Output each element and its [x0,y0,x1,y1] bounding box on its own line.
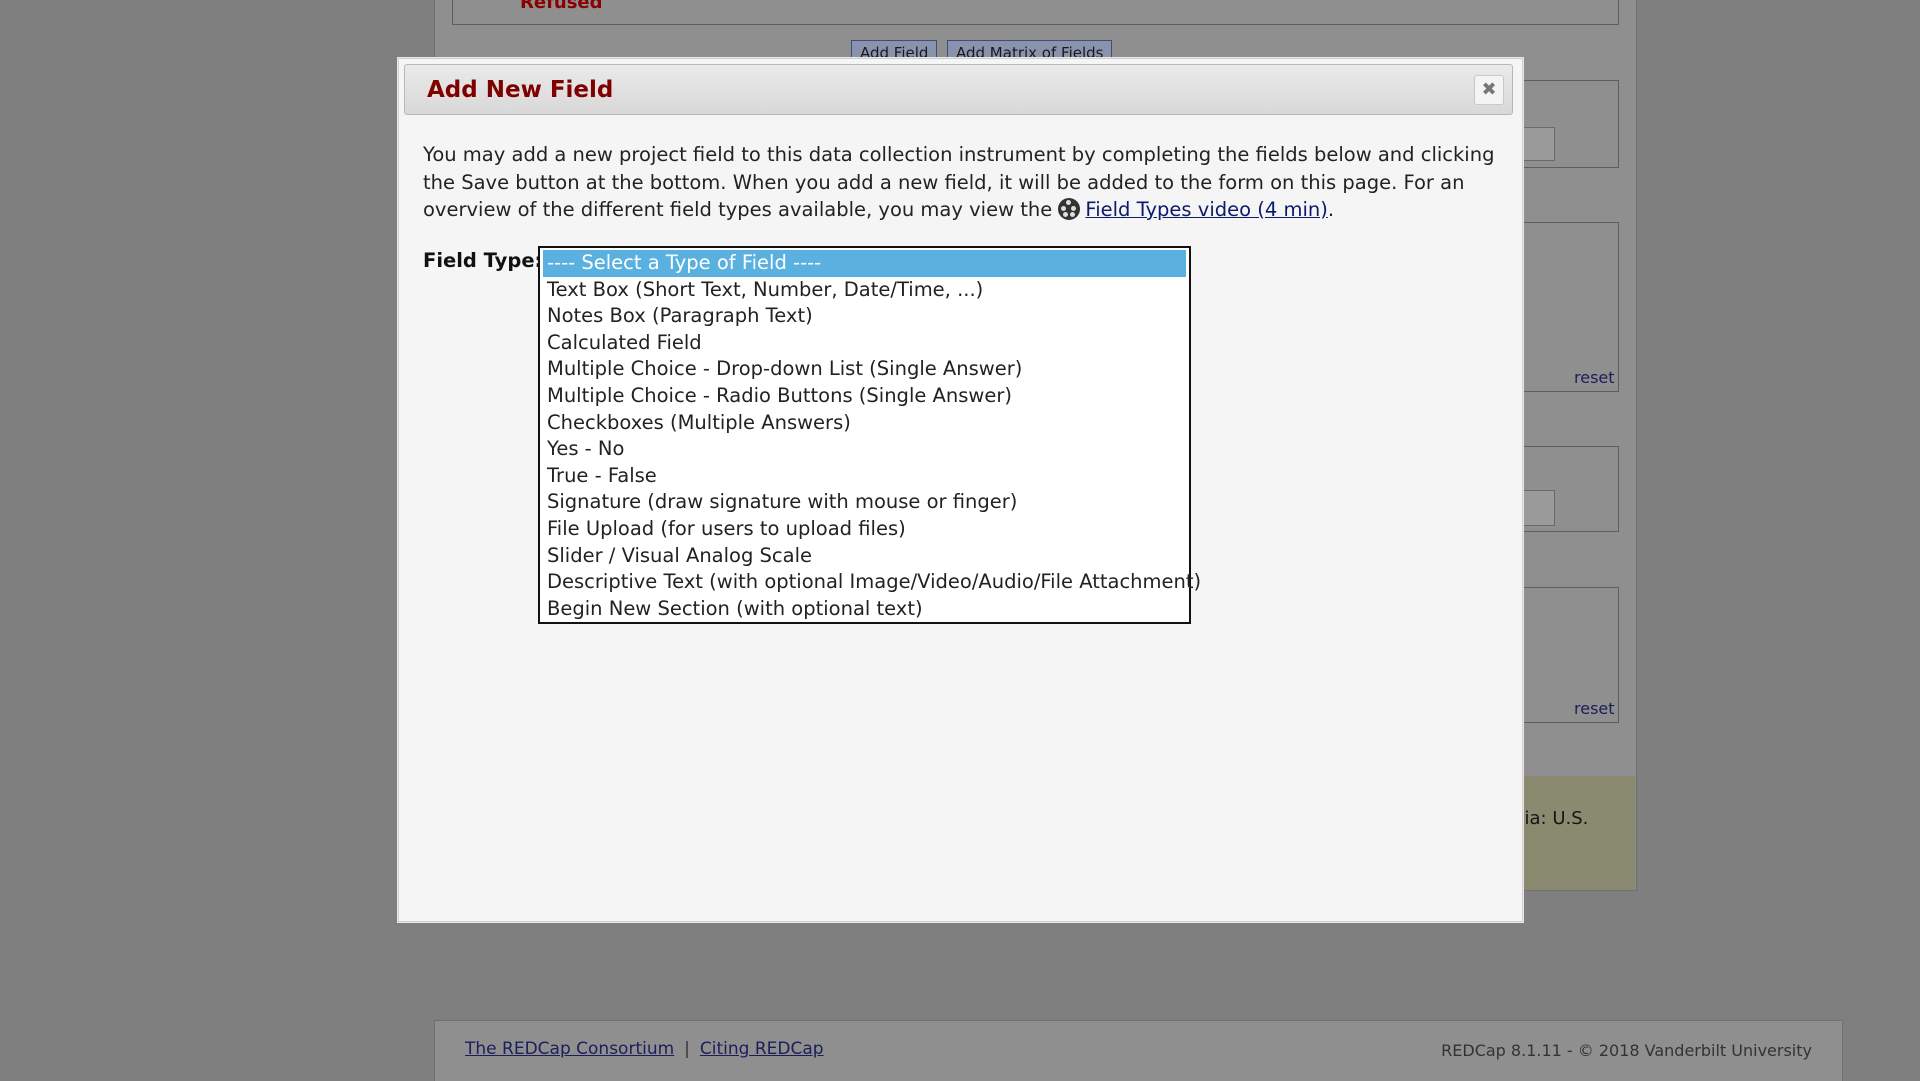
field-types-video-link[interactable]: Field Types video (4 min) [1085,198,1327,221]
field-type-option[interactable]: Calculated Field [543,330,1186,357]
field-type-listbox[interactable]: ---- Select a Type of Field ---- Text Box… [538,246,1201,624]
field-type-option[interactable]: Yes - No [543,436,1186,463]
field-type-option[interactable]: File Upload (for users to upload files) [543,516,1186,543]
field-type-option[interactable]: Begin New Section (with optional text) [543,596,1186,623]
footer: The REDCap Consortium | Citing REDCap REDC… [434,1020,1843,1081]
field-type-option[interactable]: ---- Select a Type of Field ---- [543,250,1186,277]
citing-link[interactable]: Citing REDCap [700,1039,824,1059]
background-info-panel [1520,776,1635,890]
dialog-title: Add New Field [427,77,614,103]
intro-period: . [1327,198,1335,221]
field-type-option[interactable]: Checkboxes (Multiple Answers) [543,410,1186,437]
consortium-link[interactable]: The REDCap Consortium [465,1039,674,1059]
field-type-option[interactable]: Multiple Choice - Drop-down List (Single… [543,356,1186,383]
refused-label: Refused [520,0,603,13]
field-type-option[interactable]: Multiple Choice - Radio Buttons (Single … [543,383,1186,410]
copyright-text: REDCap 8.1.11 - © 2018 Vanderbilt Univer… [1441,1041,1812,1060]
dialog-titlebar[interactable]: Add New Field ✖ [404,64,1513,115]
field-type-option[interactable]: Signature (draw signature with mouse or … [543,489,1186,516]
field-type-option[interactable]: Notes Box (Paragraph Text) [543,303,1186,330]
field-type-option[interactable]: Descriptive Text (with optional Image/Vi… [543,569,1201,596]
field-type-option[interactable]: Text Box (Short Text, Number, Date/Time,… [543,277,1186,304]
close-icon[interactable]: ✖ [1474,75,1504,105]
background-field-row [452,0,1619,25]
reset-link[interactable]: reset [1574,699,1615,718]
field-type-label: Field Type: [423,249,543,272]
reset-link[interactable]: reset [1574,368,1615,387]
intro-text: You may add a new project field to this … [423,141,1503,224]
field-type-option[interactable]: Slider / Visual Analog Scale [543,543,1186,570]
film-reel-icon [1058,198,1081,220]
footer-separator: | [684,1039,690,1059]
field-type-option[interactable]: True - False [543,463,1186,490]
